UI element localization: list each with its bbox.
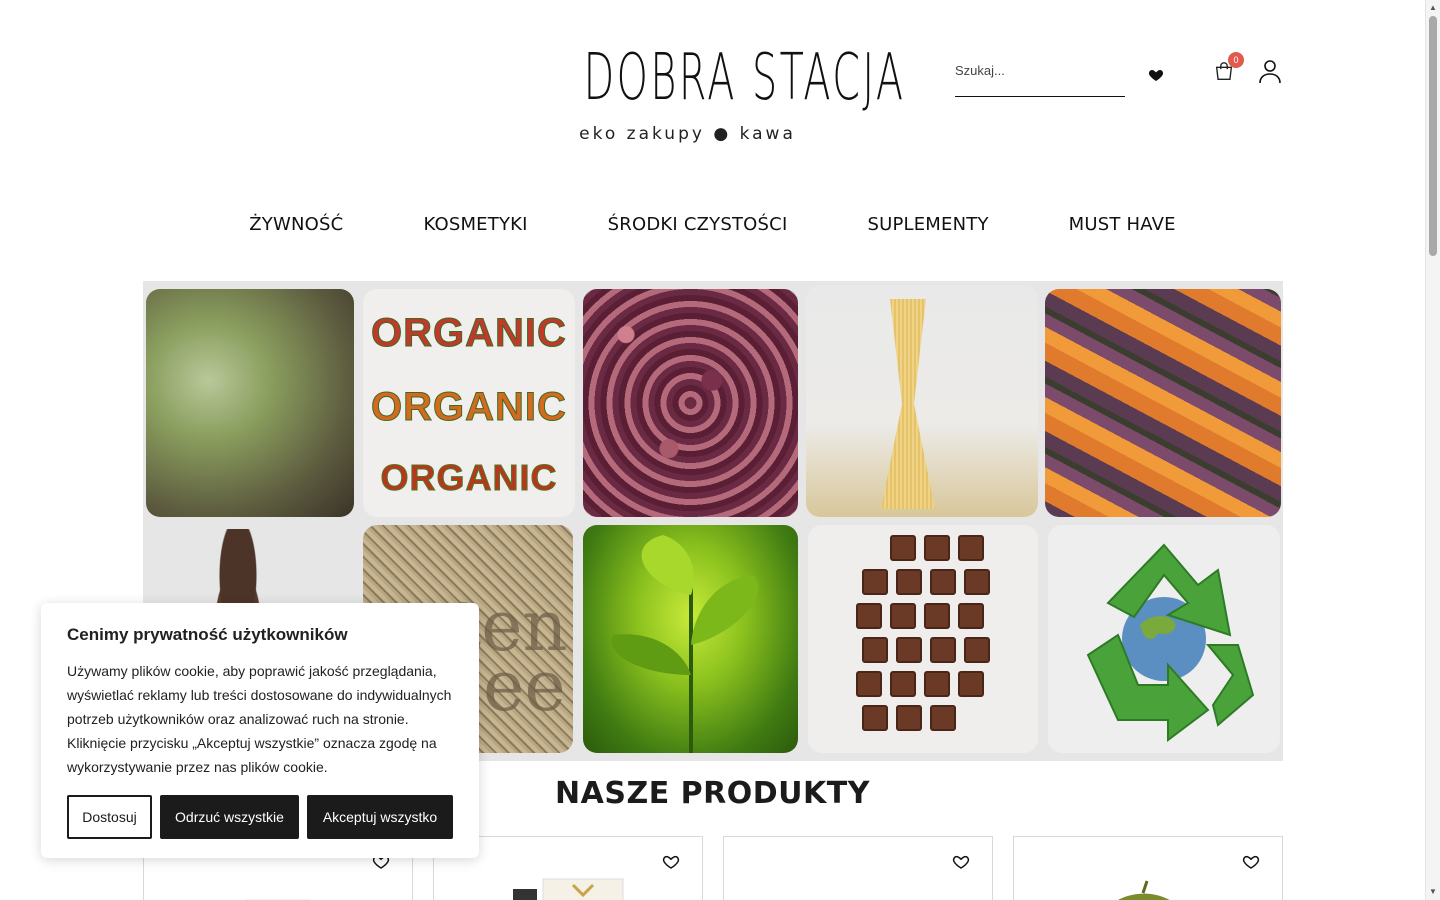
product-card[interactable] (723, 836, 993, 900)
nav-item-srodki-czystosci[interactable]: ŚRODKI CZYSTOŚCI (608, 214, 788, 235)
brownie-piece (924, 535, 950, 561)
cookie-buttons: Dostosuj Odrzuć wszystkie Akceptuj wszys… (67, 795, 453, 839)
customize-button[interactable]: Dostosuj (67, 795, 152, 839)
nav-item-must-have[interactable]: MUST HAVE (1069, 214, 1176, 235)
nav-item-suplementy[interactable]: SUPLEMENTY (867, 214, 988, 235)
brownie-piece (958, 603, 984, 629)
brownie-piece (890, 535, 916, 561)
cart-count-badge: 0 (1228, 52, 1244, 68)
seed-text: ee (483, 645, 566, 727)
brownie-piece (924, 603, 950, 629)
logo-title: DOBRA STACJA (583, 41, 906, 115)
page-scrollbar[interactable]: ▲ ▼ (1425, 0, 1440, 900)
brownie-piece (924, 671, 950, 697)
brownie-piece (862, 705, 888, 731)
scroll-up-arrow-icon[interactable]: ▲ (1428, 3, 1438, 13)
wishlist-heart-icon[interactable] (1143, 60, 1169, 90)
logo-subtitle: eko zakupy ● kawa (579, 124, 796, 144)
accept-all-button[interactable]: Akceptuj wszystko (307, 795, 453, 839)
brownie-piece (862, 637, 888, 663)
tea-leaves-image (583, 525, 798, 753)
brownie-piece (896, 637, 922, 663)
scroll-down-arrow-icon[interactable]: ▼ (1428, 887, 1438, 897)
brownie-piece (856, 603, 882, 629)
brownie-piece (896, 705, 922, 731)
carrots-image (1045, 289, 1281, 517)
main-navigation: ŻYWNOŚĆ KOSMETYKI ŚRODKI CZYSTOŚCI SUPLE… (0, 214, 1425, 235)
brownie-piece (856, 671, 882, 697)
brownie-piece (930, 705, 956, 731)
organic-image: ORGANIC ORGANIC ORGANIC (363, 289, 575, 517)
asparagus-image (146, 289, 354, 517)
user-account-icon[interactable] (1257, 56, 1283, 86)
wishlist-heart-icon[interactable] (952, 853, 970, 871)
cookie-consent-dialog: Cenimy prywatność użytkowników Używamy p… (41, 603, 479, 858)
product-image (1118, 880, 1170, 900)
wishlist-heart-icon[interactable] (662, 853, 680, 871)
brownie-piece (890, 603, 916, 629)
brownies-image (808, 525, 1038, 753)
recycle-image (1048, 525, 1280, 753)
pasta-image (806, 285, 1038, 517)
brownie-piece (964, 637, 990, 663)
brownie-piece (890, 671, 916, 697)
brownie-piece (964, 569, 990, 595)
wishlist-heart-icon[interactable] (1242, 853, 1260, 871)
product-card[interactable] (1013, 836, 1283, 900)
organic-word: ORGANIC (371, 385, 567, 430)
brownie-piece (930, 569, 956, 595)
beans-image (583, 289, 798, 517)
nav-item-zywnosc[interactable]: ŻYWNOŚĆ (249, 214, 343, 235)
search-input[interactable] (955, 48, 1125, 92)
brownie-piece (896, 569, 922, 595)
product-image (246, 899, 310, 900)
brownie-piece (930, 637, 956, 663)
reject-all-button[interactable]: Odrzuć wszystkie (160, 795, 299, 839)
product-image (513, 878, 624, 900)
search-box (955, 48, 1125, 97)
cookie-text: Używamy plików cookie, aby poprawić jako… (67, 663, 452, 775)
brownie-piece (862, 569, 888, 595)
cookie-title: Cenimy prywatność użytkowników (67, 625, 348, 644)
site-logo[interactable]: DOBRA STACJA eko zakupy ● kawa (520, 38, 906, 158)
nav-item-kosmetyki[interactable]: KOSMETYKI (423, 214, 527, 235)
brownie-piece (958, 535, 984, 561)
organic-word: ORGANIC (371, 311, 567, 356)
organic-word: ORGANIC (380, 457, 558, 499)
scrollbar-thumb[interactable] (1429, 16, 1437, 256)
brownie-piece (958, 671, 984, 697)
